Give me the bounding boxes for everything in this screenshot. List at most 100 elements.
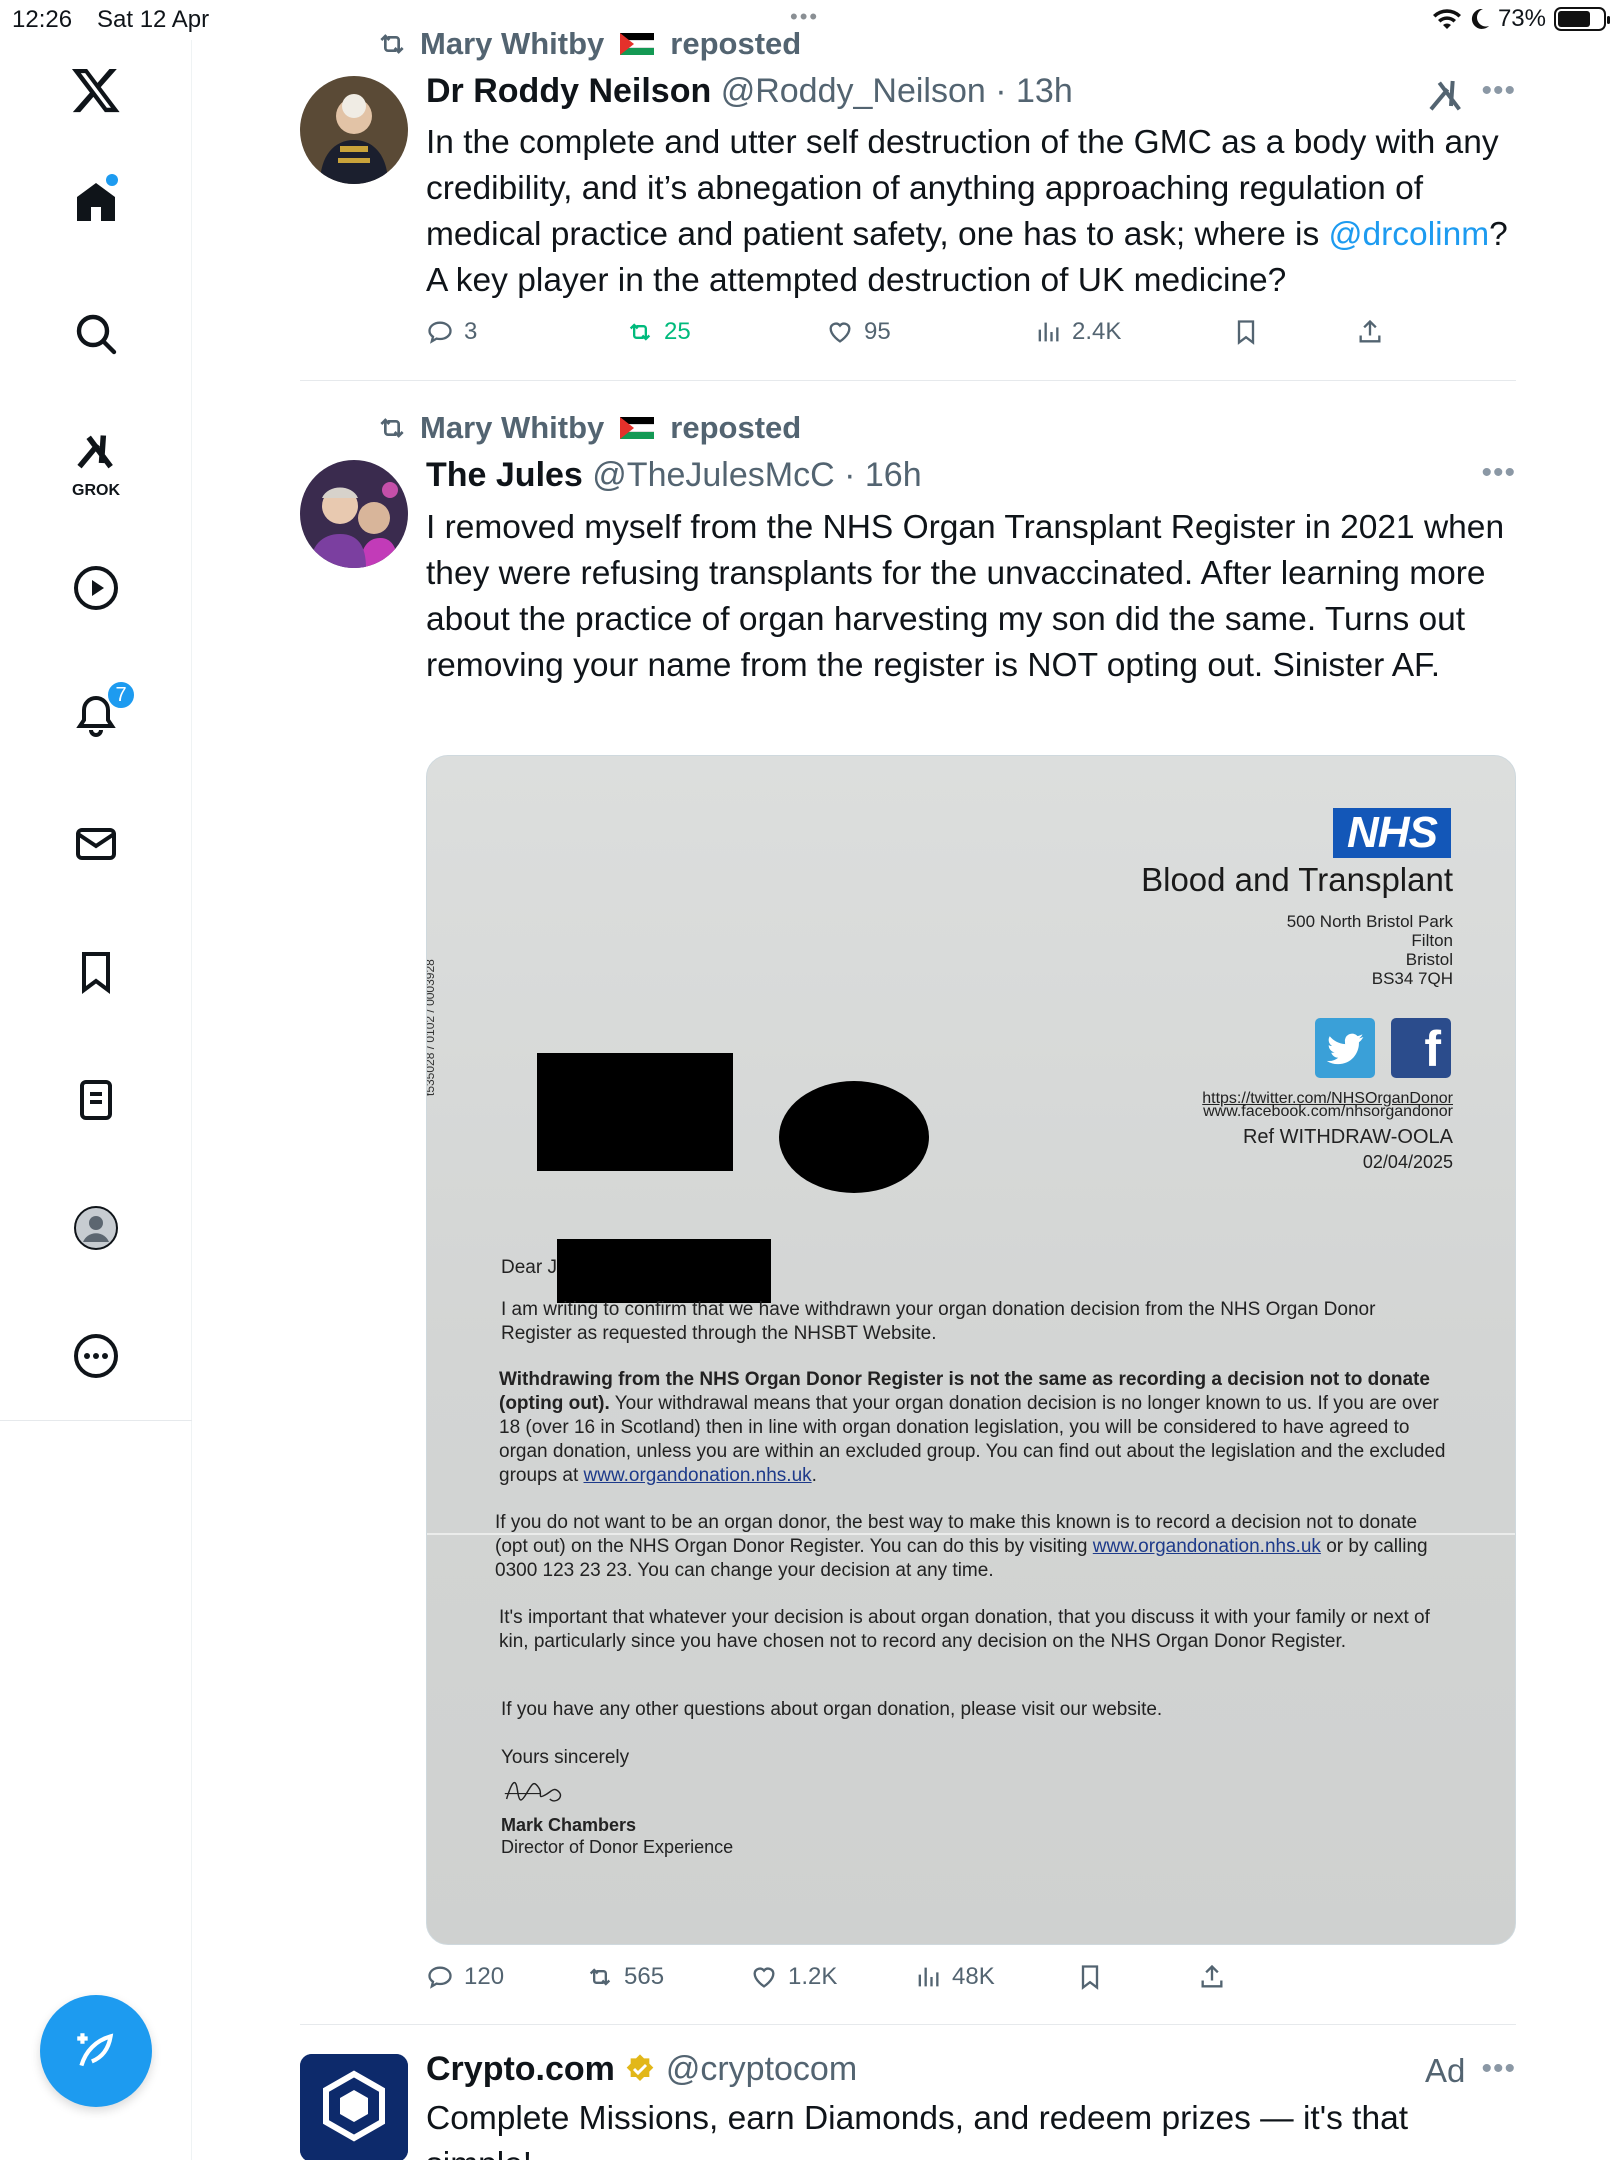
author-handle[interactable]: @TheJulesMcC: [592, 456, 834, 494]
redaction-box: [557, 1239, 771, 1303]
reposter-name[interactable]: Mary Whitby: [420, 26, 604, 62]
heart-icon: [753, 1967, 775, 1988]
letter-signer-title: Director of Donor Experience: [501, 1837, 734, 1857]
grok-label: GROK: [72, 482, 120, 499]
author-handle[interactable]: @Roddy_Neilson: [721, 72, 986, 110]
reposter-name[interactable]: Mary Whitby: [420, 410, 604, 446]
profile-icon[interactable]: [56, 1188, 136, 1268]
repost-icon: [380, 418, 404, 438]
author-handle[interactable]: @cryptocom: [666, 2050, 857, 2088]
notifications-badge: 7: [106, 680, 136, 710]
mention-link[interactable]: @drcolinm: [1329, 216, 1490, 253]
share-button[interactable]: [1198, 1963, 1226, 1991]
like-button[interactable]: 1.2K: [750, 1963, 837, 1991]
tweet-text: Complete Missions, earn Diamonds, and re…: [426, 2100, 1409, 2160]
like-count: 95: [864, 318, 891, 345]
more-options-icon[interactable]: •••: [1481, 456, 1516, 490]
letter-address-line: Bristol: [1405, 950, 1453, 969]
repost-context: Mary Whitby reposted: [376, 410, 801, 446]
letter-closing: Yours sincerely: [501, 1747, 630, 1768]
sidebar-divider: [0, 1420, 192, 1421]
tweet-text: I removed myself from the NHS Organ Tran…: [426, 509, 1505, 684]
mail-icon[interactable]: [56, 804, 136, 884]
status-date: Sat 12 Apr: [97, 6, 210, 33]
status-time: 12:26: [12, 6, 73, 33]
search-icon[interactable]: [56, 294, 136, 374]
list-icon[interactable]: [56, 1060, 136, 1140]
avatar[interactable]: [300, 460, 408, 568]
x-logo-icon[interactable]: [56, 50, 136, 130]
more-icon[interactable]: [56, 1316, 136, 1396]
reply-count: 3: [464, 318, 478, 345]
tweet-divider: [300, 2024, 1516, 2025]
grok-icon[interactable]: GROK: [56, 420, 136, 500]
avatar[interactable]: [300, 76, 408, 184]
signature-icon: [504, 1781, 562, 1802]
repost-count: 25: [664, 318, 691, 345]
tweet-time[interactable]: 13h: [1016, 72, 1073, 110]
twitter-bird-icon: [1315, 1018, 1375, 1078]
letter-signer: Mark Chambers: [501, 1815, 637, 1835]
letter-paragraph: If you do not want to be an organ donor,…: [495, 1511, 1455, 1583]
like-button[interactable]: 95: [826, 318, 891, 346]
grok-icon[interactable]: [1426, 76, 1466, 116]
tweet-actions: 3 25 95 2.4K: [426, 318, 1386, 358]
tweet-divider: [300, 380, 1516, 381]
views-icon: [918, 1967, 939, 1987]
wifi-icon: [1432, 9, 1461, 29]
letter-date: 02/04/2025: [1362, 1152, 1453, 1172]
views-button[interactable]: 48K: [914, 1963, 995, 1991]
author-name[interactable]: Crypto.com: [426, 2050, 615, 2088]
battery-fill: [1558, 11, 1591, 27]
redaction-oval: [779, 1081, 929, 1193]
home-icon[interactable]: [56, 162, 136, 242]
letter-reference: Ref WITHDRAW-OOLA: [1242, 1126, 1453, 1148]
bookmark-button[interactable]: [1232, 318, 1260, 346]
compose-button[interactable]: [40, 1995, 152, 2107]
repost-icon: [380, 34, 404, 54]
letter-salutation: Dear J: [501, 1257, 557, 1278]
more-options-icon[interactable]: •••: [1481, 2052, 1516, 2086]
home-unread-dot: [106, 174, 118, 186]
share-button[interactable]: [1356, 318, 1384, 346]
letter-address-line: Filton: [1411, 931, 1453, 950]
bookmark-icon[interactable]: [56, 932, 136, 1012]
ad-label: Ad: [1425, 2052, 1466, 2089]
repost-icon: [629, 323, 651, 341]
letter-paragraph: Withdrawing from the NHS Organ Donor Reg…: [499, 1368, 1459, 1488]
battery-icon: [1554, 7, 1610, 31]
avatar[interactable]: [300, 2054, 408, 2160]
more-options-icon[interactable]: •••: [1481, 74, 1516, 108]
reply-button[interactable]: 120: [426, 1963, 504, 1991]
bell-icon[interactable]: 7: [56, 676, 136, 756]
repost-context: Mary Whitby reposted: [376, 26, 801, 62]
reply-icon: [428, 321, 452, 344]
letter-address-line: 500 North Bristol Park: [1286, 912, 1453, 931]
letter-address-line: BS34 7QH: [1371, 969, 1453, 988]
bookmark-button[interactable]: [1076, 1963, 1104, 1991]
separator-dot: ·: [834, 456, 865, 494]
share-icon: [1359, 319, 1381, 343]
redaction-box: [537, 1053, 733, 1171]
palestine-flag-icon: [620, 417, 655, 439]
repost-button[interactable]: 565: [586, 1963, 664, 1991]
letter-paragraph: I am writing to confirm that we have wit…: [501, 1299, 1376, 1344]
letter-side-code: t535028 / 0102 / 0003928: [426, 959, 437, 1096]
letter-paragraph: If you have any other questions about or…: [501, 1699, 1163, 1720]
status-bar: 12:26 Sat 12 Apr ••• 73%: [0, 0, 1620, 40]
author-name[interactable]: The Jules: [426, 456, 583, 494]
reply-button[interactable]: 3: [426, 318, 477, 346]
repost-button[interactable]: 25: [626, 318, 691, 346]
separator-dot: ·: [985, 72, 1017, 110]
author-name[interactable]: Dr Roddy Neilson: [426, 72, 711, 110]
views-button[interactable]: 2.4K: [1034, 318, 1121, 346]
views-count: 48K: [952, 1963, 995, 1990]
compose-icon: [77, 2033, 114, 2067]
tweet-time[interactable]: 16h: [865, 456, 922, 494]
play-icon[interactable]: [56, 548, 136, 628]
verified-gold-icon: [627, 2054, 654, 2081]
reply-icon: [428, 1966, 452, 1989]
repost-suffix: reposted: [670, 410, 802, 445]
tweet-image[interactable]: t535028 / 0102 / 0003928 NHS Blood and T…: [426, 755, 1516, 1945]
moon-icon: [1471, 8, 1489, 29]
